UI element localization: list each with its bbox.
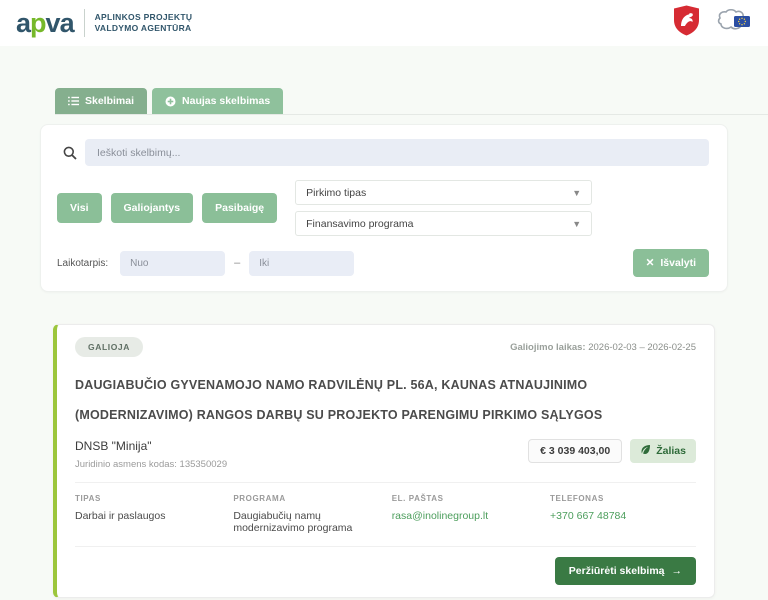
period-label: Laikotarpis:: [57, 258, 108, 269]
leaf-icon: [640, 444, 651, 458]
select-value: Pirkimo tipas: [306, 187, 366, 199]
tab-naujas-skelbimas[interactable]: Naujas skelbimas: [152, 88, 283, 114]
close-icon: ✕: [646, 257, 655, 269]
filter-visi-button[interactable]: Visi: [57, 193, 102, 223]
apva-logo-wordmark: apva: [16, 10, 74, 37]
detail-programa: PROGRAMA Daugiabučių namų modernizavimo …: [233, 494, 391, 534]
announcement-title: DAUGIABUČIO GYVENAMOJO NAMO RADVILĖNŲ PL…: [75, 370, 696, 430]
organization-code: Juridinio asmens kodas: 135350029: [75, 459, 227, 470]
email-link[interactable]: rasa@inolinegroup.lt: [392, 510, 550, 522]
select-value: Finansavimo programa: [306, 218, 413, 230]
logo-divider: [84, 9, 85, 37]
phone-link[interactable]: +370 667 48784: [550, 510, 708, 522]
filter-panel: Visi Galiojantys Pasibaigę Pirkimo tipas…: [40, 124, 728, 292]
date-from-input[interactable]: [120, 251, 225, 276]
agency-name: APLINKOS PROJEKTŲ VALDYMO AGENTŪRA: [95, 12, 193, 33]
date-to-input[interactable]: [249, 251, 354, 276]
status-badge: GALIOJA: [75, 337, 143, 357]
view-announcement-button[interactable]: Peržiūrėti skelbimą →: [555, 557, 696, 585]
app-header: apva APLINKOS PROJEKTŲ VALDYMO AGENTŪRA: [0, 0, 768, 46]
filter-galiojantys-button[interactable]: Galiojantys: [111, 193, 194, 223]
pirkimo-tipas-select[interactable]: Pirkimo tipas ▼: [295, 180, 592, 205]
lithuania-coat-of-arms-icon: [673, 5, 700, 41]
eu-flag-icon: [716, 8, 752, 39]
tabs-bar: Skelbimai Naujas skelbimas: [55, 88, 768, 115]
list-icon: [68, 96, 79, 106]
announcement-card: GALIOJA Galiojimo laikas: 2026-02-03 – 2…: [53, 324, 715, 598]
detail-tipas: TIPAS Darbai ir paslaugos: [75, 494, 233, 534]
plus-circle-icon: [165, 96, 176, 107]
filter-pasibaige-button[interactable]: Pasibaigę: [202, 193, 277, 223]
detail-el-pastas: EL. PAŠTAS rasa@inolinegroup.lt: [392, 494, 550, 534]
detail-telefonas: TELEFONAS +370 667 48784: [550, 494, 708, 534]
tab-label: Skelbimai: [85, 95, 134, 107]
finansavimo-programa-select[interactable]: Finansavimo programa ▼: [295, 211, 592, 236]
validity-period: Galiojimo laikas: 2026-02-03 – 2026-02-2…: [510, 342, 696, 353]
chevron-down-icon: ▼: [572, 188, 581, 198]
chevron-down-icon: ▼: [572, 219, 581, 229]
organization-name: DNSB "Minija": [75, 439, 227, 453]
apva-leaf-p: p: [30, 8, 46, 38]
tab-skelbimai[interactable]: Skelbimai: [55, 88, 147, 114]
tab-label: Naujas skelbimas: [182, 95, 270, 107]
search-icon: [55, 146, 85, 160]
date-range-dash: –: [234, 257, 240, 269]
amount-badge: € 3 039 403,00: [528, 439, 622, 463]
apva-logo: apva APLINKOS PROJEKTŲ VALDYMO AGENTŪRA: [16, 9, 192, 37]
arrow-right-icon: →: [672, 565, 683, 577]
clear-filters-button[interactable]: ✕ Išvalyti: [633, 249, 709, 277]
green-tag-badge: Žalias: [630, 439, 696, 463]
search-input[interactable]: [85, 139, 709, 166]
